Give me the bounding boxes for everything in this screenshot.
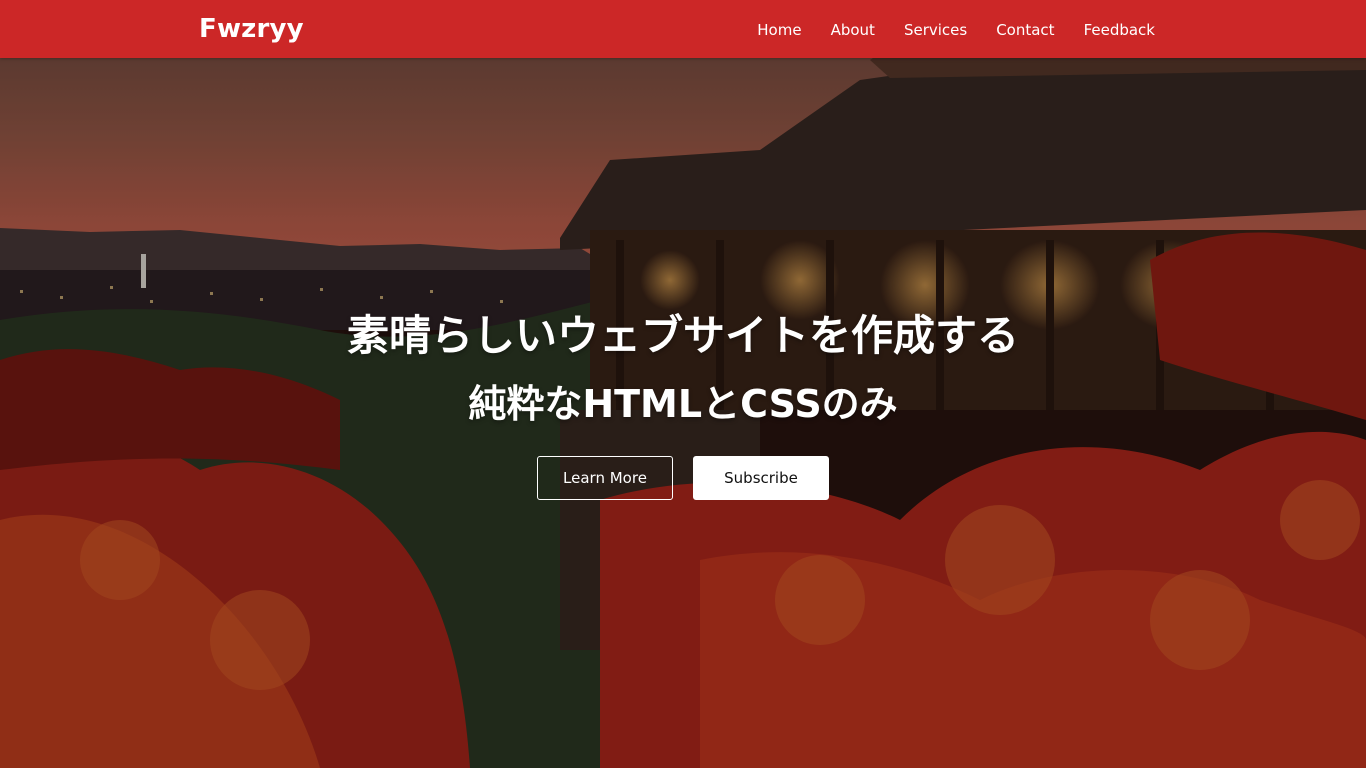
nav-item-feedback: Feedback bbox=[1084, 20, 1155, 39]
nav-link-services[interactable]: Services bbox=[904, 21, 967, 39]
brand-logo[interactable]: Fwzryy bbox=[199, 12, 304, 46]
hero-content: 素晴らしいウェブサイトを作成する 純粋なHTMLとCSSのみ Learn Mor… bbox=[0, 300, 1366, 500]
nav-item-contact: Contact bbox=[996, 20, 1054, 39]
subscribe-button[interactable]: Subscribe bbox=[693, 456, 829, 500]
nav-item-services: Services bbox=[904, 20, 967, 39]
nav-link-contact[interactable]: Contact bbox=[996, 21, 1054, 39]
nav-link-home[interactable]: Home bbox=[757, 21, 801, 39]
nav-links: Home About Services Contact Feedback bbox=[757, 0, 1155, 58]
nav-link-about[interactable]: About bbox=[831, 21, 875, 39]
nav-link-feedback[interactable]: Feedback bbox=[1084, 21, 1155, 39]
navbar: Fwzryy Home About Services Contact Feedb… bbox=[0, 0, 1366, 58]
page: Fwzryy Home About Services Contact Feedb… bbox=[0, 0, 1366, 768]
learn-more-button[interactable]: Learn More bbox=[537, 456, 673, 500]
hero-actions: Learn More Subscribe bbox=[0, 456, 1366, 500]
hero-subtitle: 純粋なHTMLとCSSのみ bbox=[468, 382, 898, 426]
nav-item-home: Home bbox=[757, 20, 801, 39]
hero-title: 素晴らしいウェブサイトを作成する bbox=[346, 311, 1019, 360]
nav-item-about: About bbox=[831, 20, 875, 39]
